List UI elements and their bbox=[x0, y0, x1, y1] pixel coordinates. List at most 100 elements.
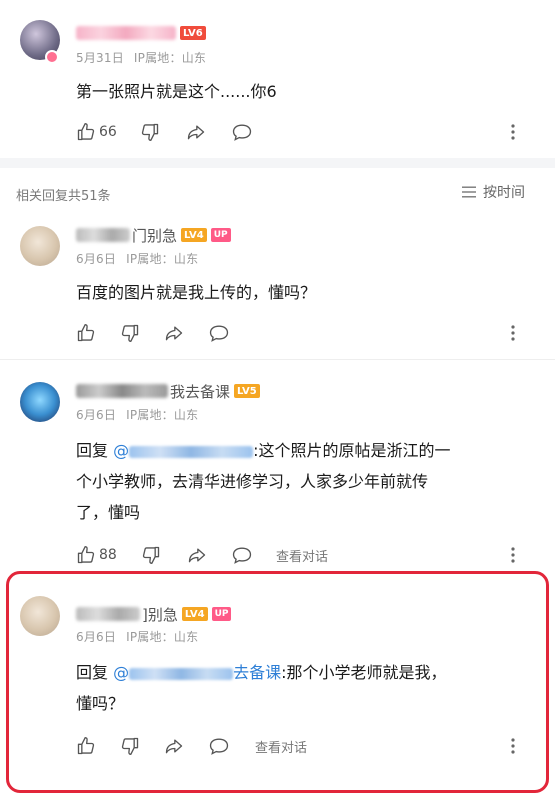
reply-prefix: 回复 bbox=[76, 441, 109, 460]
thumb-up-icon bbox=[77, 123, 95, 141]
top-comment: LV6 5月31日 IP属地：山东 第一张照片就是这个......你6 66 bbox=[0, 0, 555, 158]
like-count: 88 bbox=[99, 547, 117, 563]
share-button[interactable] bbox=[187, 545, 207, 565]
username-line: LV6 bbox=[76, 22, 206, 44]
sort-list-icon bbox=[462, 186, 476, 198]
mention-blurred bbox=[129, 445, 254, 458]
share-icon bbox=[187, 125, 205, 140]
more-vertical-icon bbox=[511, 547, 515, 563]
reply-text-line-3: 了，懂吗 bbox=[76, 503, 141, 522]
comment-meta: 5月31日 IP属地：山东 bbox=[76, 49, 206, 66]
thumb-up-icon bbox=[77, 546, 95, 564]
username-blurred[interactable] bbox=[76, 384, 168, 398]
action-bar: 查看对话 bbox=[0, 735, 555, 757]
action-bar bbox=[0, 322, 555, 344]
more-vertical-icon bbox=[511, 124, 515, 140]
like-button[interactable]: 66 bbox=[76, 122, 117, 142]
comment-date: 5月31日 bbox=[76, 51, 124, 65]
comment-icon bbox=[209, 325, 229, 342]
comment-meta: 6月6日 IP属地：山东 bbox=[76, 406, 198, 423]
reply-button[interactable] bbox=[231, 545, 253, 565]
thumb-down-icon bbox=[121, 737, 139, 755]
comment-text: 回复 @ 去备课:那个小学老师就是我， 懂吗？ bbox=[76, 657, 526, 719]
comment-location: IP属地：山东 bbox=[126, 630, 199, 644]
mention-link[interactable]: @ 去备课 bbox=[113, 663, 281, 682]
thumb-down-icon bbox=[141, 123, 159, 141]
avatar[interactable] bbox=[20, 596, 60, 636]
comment-location: IP属地：山东 bbox=[133, 51, 207, 65]
level-badge: LV4 bbox=[181, 607, 208, 621]
share-icon bbox=[165, 739, 183, 754]
comment-icon bbox=[232, 124, 252, 141]
reply-prefix: 回复 bbox=[76, 663, 109, 682]
action-bar: 88 查看对话 bbox=[0, 544, 555, 566]
username-visible: ]别急 bbox=[142, 605, 178, 624]
view-thread-link[interactable]: 查看对话 bbox=[255, 737, 307, 756]
dislike-button[interactable] bbox=[140, 122, 160, 142]
dislike-button[interactable] bbox=[120, 736, 140, 756]
reply-item: 我去备课 LV5 6月6日 IP属地：山东 回复 @ :这个照片的原帖是浙江的一 … bbox=[0, 360, 555, 570]
up-badge: UP bbox=[211, 607, 232, 621]
comment-text: 百度的图片就是我上传的，懂吗？ bbox=[76, 283, 317, 302]
mention-blurred bbox=[129, 667, 234, 680]
comment-meta: 6月6日 IP属地：山东 bbox=[76, 250, 198, 267]
more-button[interactable] bbox=[509, 737, 517, 759]
comment-location: IP属地：山东 bbox=[126, 408, 199, 422]
reply-count-label: 相关回复共51条 bbox=[16, 189, 111, 204]
share-icon bbox=[165, 326, 183, 341]
up-badge: UP bbox=[210, 228, 231, 242]
level-badge: LV4 bbox=[181, 228, 207, 242]
more-button[interactable] bbox=[509, 324, 517, 346]
comment-icon bbox=[209, 738, 229, 755]
more-vertical-icon bbox=[511, 738, 515, 754]
sort-button[interactable]: 按时间 bbox=[461, 182, 525, 202]
mention-at: @ bbox=[113, 441, 130, 460]
section-divider bbox=[0, 158, 555, 168]
share-button[interactable] bbox=[164, 323, 184, 343]
sort-label: 按时间 bbox=[483, 185, 525, 201]
more-vertical-icon bbox=[511, 325, 515, 341]
reply-button[interactable] bbox=[231, 122, 253, 142]
thumb-down-icon bbox=[142, 546, 160, 564]
username-line: 门别急 LV4 UP bbox=[76, 224, 231, 246]
more-button[interactable] bbox=[509, 546, 517, 568]
comment-text: 回复 @ :这个照片的原帖是浙江的一 个小学教师，去清华进修学习，人家多少年前就传… bbox=[76, 435, 526, 528]
like-button[interactable] bbox=[76, 323, 96, 343]
username-blurred[interactable] bbox=[76, 26, 176, 40]
like-button[interactable]: 88 bbox=[76, 545, 117, 565]
mention-at: @ bbox=[113, 663, 130, 682]
username-visible: 我去备课 bbox=[170, 382, 231, 401]
like-button[interactable] bbox=[76, 736, 96, 756]
replies-header: 相关回复共51条 按时间 bbox=[0, 168, 555, 218]
username-blurred[interactable] bbox=[76, 228, 130, 242]
share-button[interactable] bbox=[186, 122, 206, 142]
level-badge: LV5 bbox=[234, 384, 260, 398]
avatar[interactable] bbox=[20, 226, 60, 266]
dislike-button[interactable] bbox=[141, 545, 161, 565]
level-badge: LV6 bbox=[180, 26, 206, 40]
reply-button[interactable] bbox=[208, 736, 230, 756]
comment-icon bbox=[232, 547, 252, 564]
username-blurred[interactable] bbox=[76, 607, 140, 621]
reply-button[interactable] bbox=[208, 323, 230, 343]
share-button[interactable] bbox=[164, 736, 184, 756]
username-line: ]别急 LV4 UP bbox=[76, 603, 232, 625]
comment-date: 6月6日 bbox=[76, 252, 117, 266]
action-bar: 66 bbox=[0, 121, 555, 143]
comment-location: IP属地：山东 bbox=[126, 252, 199, 266]
thumb-down-icon bbox=[121, 324, 139, 342]
mention-link[interactable]: @ bbox=[113, 441, 254, 460]
thumb-up-icon bbox=[77, 737, 95, 755]
view-thread-link[interactable]: 查看对话 bbox=[276, 546, 328, 565]
comment-text: 第一张照片就是这个......你6 bbox=[76, 82, 277, 101]
reply-text-line-1: :那个小学老师就是我， bbox=[281, 663, 447, 682]
avatar[interactable] bbox=[20, 382, 60, 422]
reply-text-line-2: 懂吗？ bbox=[76, 694, 125, 713]
comment-date: 6月6日 bbox=[76, 408, 117, 422]
like-count: 66 bbox=[99, 124, 117, 140]
reply-text-line-1: :这个照片的原帖是浙江的一 bbox=[253, 441, 451, 460]
dislike-button[interactable] bbox=[120, 323, 140, 343]
comment-meta: 6月6日 IP属地：山东 bbox=[76, 628, 198, 645]
more-button[interactable] bbox=[509, 123, 517, 145]
reply-text-line-2: 个小学教师，去清华进修学习，人家多少年前就传 bbox=[76, 472, 429, 491]
